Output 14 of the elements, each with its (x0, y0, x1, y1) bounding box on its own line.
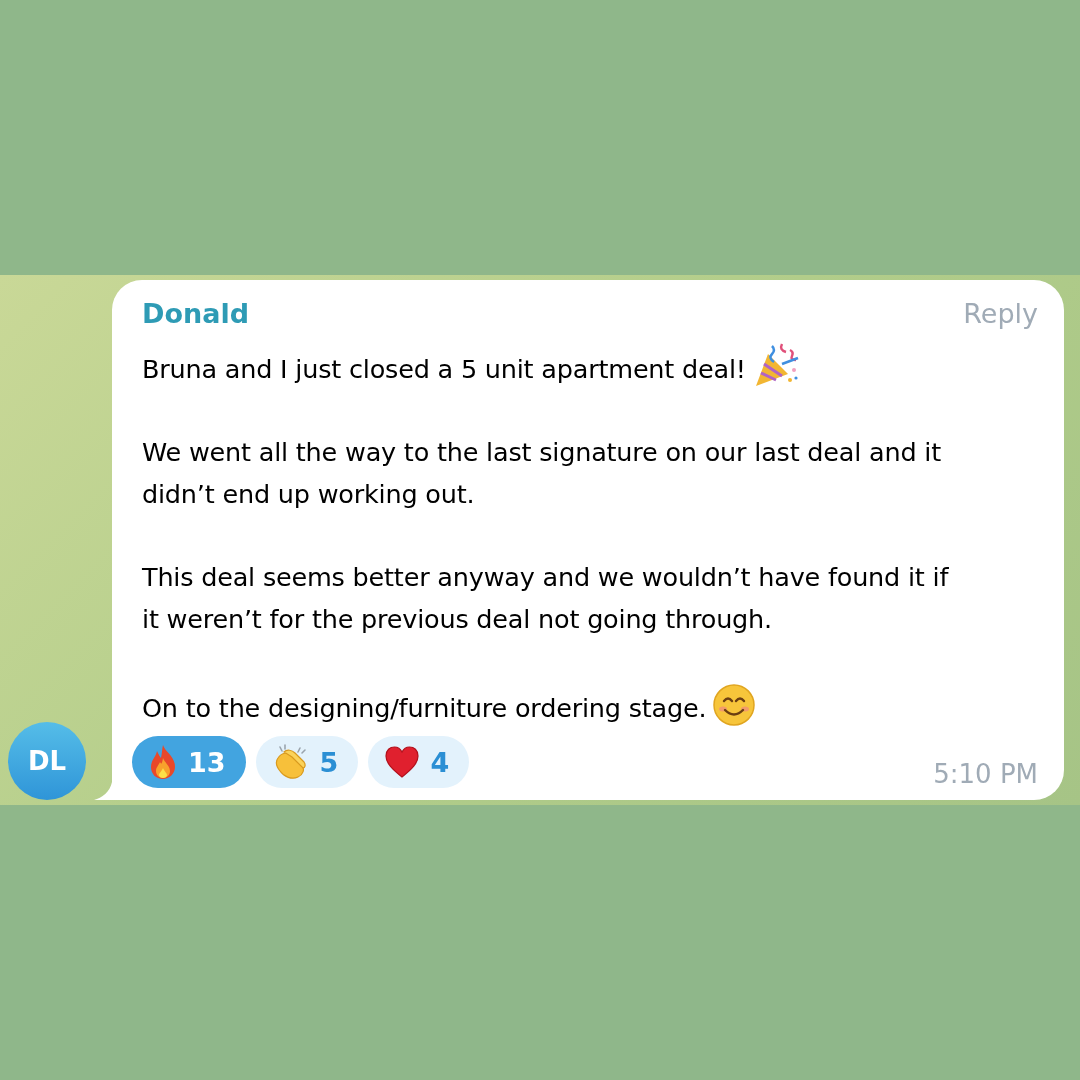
message-text: Bruna and I just closed a 5 unit apartment deal! (142, 342, 957, 391)
sender-name[interactable]: Donald (142, 298, 249, 329)
reaction-button[interactable]: 5 (255, 736, 359, 789)
message-text: We went all the way to the last signature on our last deal and it didn’t end up working out. (142, 436, 943, 512)
smiling-face-icon (712, 682, 757, 727)
fire-icon (148, 744, 178, 781)
message-text: This deal seems better anyway and we wouldn’t have found it if it weren’t for the previous deal not going through. (142, 561, 950, 637)
reaction-button[interactable]: 13 (132, 736, 246, 789)
reaction-button[interactable]: 4 (368, 736, 470, 789)
reply-link[interactable]: Reply (963, 298, 1038, 329)
message-text: On to the designing/furniture ordering stage. (142, 682, 957, 730)
heart-icon (384, 745, 421, 780)
avatar[interactable]: DL (8, 722, 86, 800)
message-time: 5:10 PM (933, 759, 1038, 790)
